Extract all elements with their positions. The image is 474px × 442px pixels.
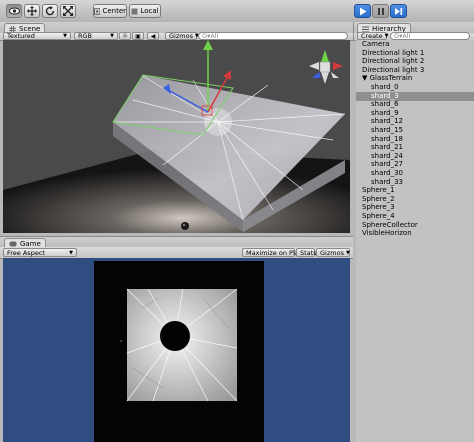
hierarchy-item-label: shard_24 bbox=[371, 151, 403, 160]
space-mode-button[interactable]: Local bbox=[129, 4, 161, 18]
aspect-label: Free Aspect bbox=[7, 248, 45, 257]
hierarchy-item-label: shard_0 bbox=[371, 83, 399, 91]
game-gizmos-dropdown[interactable]: Gizmos ▼ bbox=[316, 248, 350, 257]
hierarchy-item-label: shard_27 bbox=[371, 160, 403, 169]
play-icon bbox=[359, 7, 366, 15]
hierarchy-item-label: SphereCollector bbox=[362, 220, 418, 229]
pause-button[interactable] bbox=[372, 4, 389, 18]
hierarchy-item-label: Sphere_1 bbox=[362, 186, 395, 195]
hierarchy-item-label: shard_6 bbox=[371, 100, 399, 109]
eye-icon bbox=[8, 7, 20, 15]
rotate-icon bbox=[45, 6, 55, 16]
chevron-down-icon: ▼ bbox=[345, 249, 350, 256]
speaker-icon: ◀ bbox=[150, 32, 156, 40]
hand-tool-button[interactable] bbox=[6, 4, 22, 18]
create-label: Create bbox=[361, 32, 383, 40]
pivot-icon bbox=[94, 7, 101, 15]
game-render bbox=[94, 261, 264, 442]
scene-render bbox=[3, 40, 350, 233]
maximize-on-play-toggle[interactable]: Maximize on Play bbox=[242, 248, 303, 257]
hierarchy-item-label: ▼ GlassTerrain bbox=[362, 74, 413, 83]
hierarchy-list: Camera Directional light 1 Directional lig… bbox=[356, 40, 474, 442]
stats-label: Stats bbox=[300, 248, 317, 257]
hierarchy-item[interactable]: VisibleHorizon bbox=[356, 229, 474, 238]
hierarchy-item-label: Directional light 3 bbox=[362, 65, 425, 74]
hierarchy-item-label: shard_18 bbox=[371, 134, 403, 143]
pivot-label: Center bbox=[102, 7, 126, 15]
sun-icon: ☼ bbox=[121, 32, 129, 40]
render-mode-label: Textured bbox=[7, 32, 35, 40]
audio-toggle[interactable]: ◀ bbox=[147, 32, 159, 40]
space-label: Local bbox=[140, 7, 159, 15]
hierarchy-search-placeholder: G▾All bbox=[394, 32, 411, 40]
hierarchy-item-label: Directional light 2 bbox=[362, 57, 425, 66]
maximize-label: Maximize on Play bbox=[246, 248, 303, 257]
hierarchy-search-input[interactable]: G▾All bbox=[390, 32, 470, 40]
chevron-down-icon: ▼ bbox=[63, 33, 67, 39]
move-tool-button[interactable] bbox=[24, 4, 40, 18]
pivot-mode-button[interactable]: Center bbox=[93, 4, 127, 18]
hierarchy-item-label: shard_30 bbox=[371, 169, 403, 177]
lighting-toggle[interactable]: ☼ bbox=[119, 32, 131, 40]
game-viewport[interactable] bbox=[3, 258, 350, 442]
image-icon: ▣ bbox=[135, 32, 141, 40]
hierarchy-item-label: shard_33 bbox=[371, 177, 403, 186]
hierarchy-item-label: VisibleHorizon bbox=[362, 229, 412, 238]
scene-gizmos-label: Gizmos bbox=[169, 32, 193, 40]
color-mode-label: RGB bbox=[78, 32, 93, 40]
game-gizmos-label: Gizmos bbox=[320, 248, 344, 257]
stats-toggle[interactable]: Stats bbox=[296, 248, 317, 257]
hierarchy-item-label: Sphere_2 bbox=[362, 194, 395, 203]
rotate-tool-button[interactable] bbox=[42, 4, 58, 18]
play-button[interactable] bbox=[354, 4, 371, 18]
chevron-down-icon: ▼ bbox=[110, 33, 114, 39]
move-arrows-icon bbox=[27, 6, 37, 16]
hierarchy-item-label: shard_15 bbox=[371, 126, 403, 134]
image-toggle[interactable]: ▣ bbox=[132, 32, 144, 40]
color-mode-dropdown[interactable]: RGB ▼ bbox=[74, 32, 118, 40]
hierarchy-item-label: Directional light 1 bbox=[362, 48, 425, 57]
step-button[interactable] bbox=[390, 4, 407, 18]
render-mode-dropdown[interactable]: Textured ▼ bbox=[3, 32, 71, 40]
step-icon bbox=[395, 7, 403, 15]
scale-arrows-icon bbox=[63, 6, 73, 16]
hierarchy-item-label: shard_9 bbox=[371, 108, 399, 117]
hierarchy-item-label: shard_12 bbox=[371, 117, 403, 126]
hierarchy-item-label: Sphere_3 bbox=[362, 203, 395, 212]
scene-viewport[interactable] bbox=[3, 40, 350, 233]
hierarchy-item-label: shard_21 bbox=[371, 143, 403, 152]
hierarchy-item-label: Camera bbox=[362, 40, 390, 48]
aspect-dropdown[interactable]: Free Aspect ▼ bbox=[3, 248, 77, 257]
chevron-down-icon: ▼ bbox=[384, 33, 389, 39]
scene-gizmos-dropdown[interactable]: Gizmos ▼ bbox=[165, 32, 199, 40]
chevron-down-icon: ▼ bbox=[69, 249, 73, 256]
scene-search-input[interactable]: G▾All bbox=[198, 32, 348, 40]
hierarchy-item-label: Sphere_4 bbox=[362, 212, 395, 220]
hierarchy-item-label: shard_3 bbox=[371, 91, 399, 100]
scale-tool-button[interactable] bbox=[60, 4, 76, 18]
pause-icon bbox=[377, 7, 384, 15]
create-dropdown[interactable]: Create ▼ bbox=[357, 32, 389, 40]
scene-search-placeholder: G▾All bbox=[202, 32, 219, 40]
local-space-icon bbox=[131, 8, 138, 14]
main-toolbar: Center Local bbox=[0, 0, 474, 23]
